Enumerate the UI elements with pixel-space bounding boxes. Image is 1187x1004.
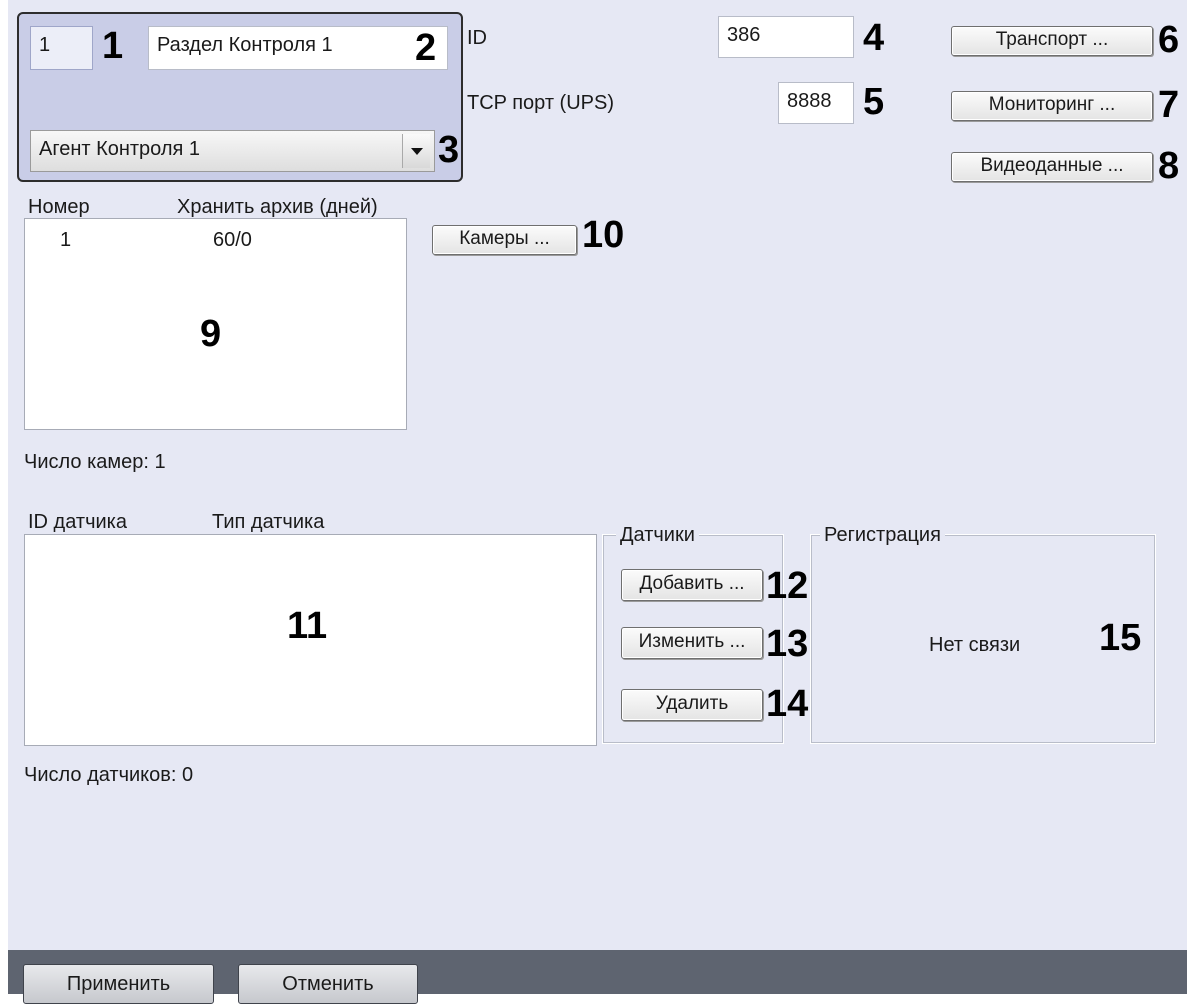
camera-col-number: Номер <box>28 196 90 218</box>
add-sensor-button[interactable]: Добавить ... <box>621 569 763 601</box>
edit-sensor-button[interactable]: Изменить ... <box>621 627 763 659</box>
camera-row-archive[interactable]: 60/0 <box>213 229 252 252</box>
cancel-button[interactable]: Отменить <box>238 964 418 1004</box>
apply-button[interactable]: Применить <box>23 964 214 1004</box>
callout-4: 4 <box>863 17 885 59</box>
tcp-port-label: TCP порт (UPS) <box>467 92 614 114</box>
transport-button[interactable]: Транспорт ... <box>951 26 1153 56</box>
cameras-button[interactable]: Камеры ... <box>432 225 577 255</box>
callout-7: 7 <box>1158 84 1180 126</box>
callout-5: 5 <box>863 81 885 123</box>
id-value: 386 <box>727 24 761 46</box>
callout-2: 2 <box>415 27 437 69</box>
sensor-col-id: ID датчика <box>28 511 127 533</box>
monitoring-button[interactable]: Мониторинг ... <box>951 91 1153 121</box>
sensor-col-type: Тип датчика <box>212 511 325 533</box>
id-field[interactable]: 386 <box>718 16 854 58</box>
videodata-button[interactable]: Видеоданные ... <box>951 152 1153 182</box>
camera-col-archive: Хранить архив (дней) <box>177 196 378 218</box>
callout-8: 8 <box>1158 145 1180 187</box>
callout-13: 13 <box>766 623 809 665</box>
tcp-port-field[interactable]: 8888 <box>778 82 854 124</box>
callout-14: 14 <box>766 683 809 725</box>
tcp-port-value: 8888 <box>787 90 832 112</box>
callout-1: 1 <box>102 25 124 67</box>
agent-select-value: Агент Контроля 1 <box>39 138 201 160</box>
callout-12: 12 <box>766 565 809 607</box>
camera-count: Число камер: 1 <box>24 451 166 473</box>
number-value: 1 <box>39 34 51 56</box>
callout-9: 9 <box>200 313 222 355</box>
sensor-count: Число датчиков: 0 <box>24 764 194 786</box>
callout-6: 6 <box>1158 19 1180 61</box>
sensors-group-title: Датчики <box>616 524 699 547</box>
callout-3: 3 <box>438 129 460 171</box>
number-field[interactable]: 1 <box>30 26 93 70</box>
callout-11: 11 <box>287 605 328 647</box>
callout-15: 15 <box>1099 617 1142 659</box>
callout-10: 10 <box>582 214 625 256</box>
agent-select[interactable]: Агент Контроля 1 <box>30 130 435 172</box>
registration-status: Нет связи <box>929 634 1021 656</box>
section-name-value: Раздел Контроля 1 <box>157 34 333 56</box>
section-name-field[interactable]: Раздел Контроля 1 <box>148 26 448 70</box>
camera-row-number[interactable]: 1 <box>60 229 71 252</box>
delete-sensor-button[interactable]: Удалить <box>621 689 763 721</box>
registration-group-title: Регистрация <box>820 524 945 547</box>
id-label: ID <box>467 27 487 49</box>
chevron-down-icon[interactable] <box>402 134 430 168</box>
